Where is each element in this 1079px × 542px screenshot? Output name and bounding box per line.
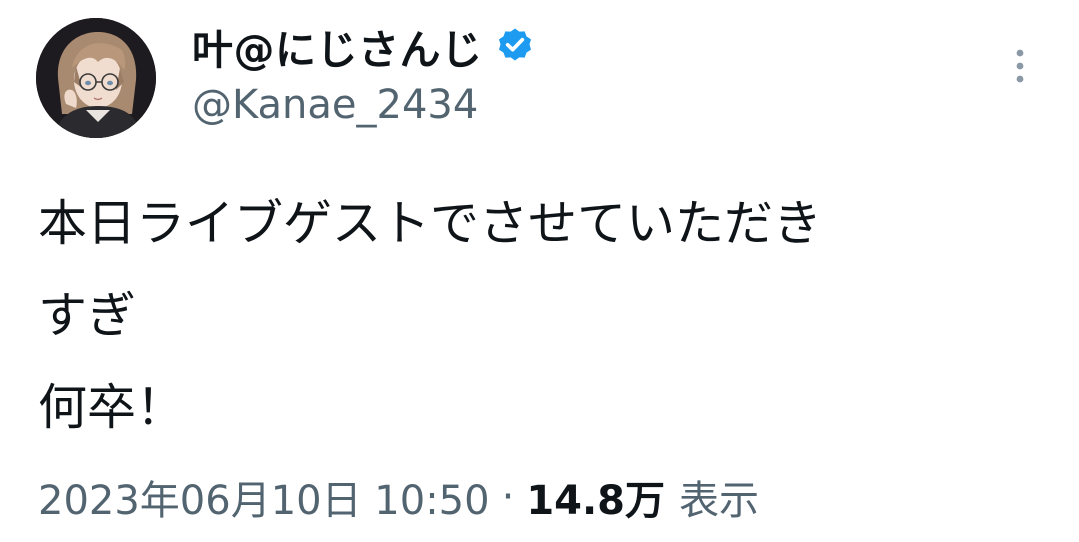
- tweet-card: 叶@にじさんじ @Kanae_2434 本日ライブゲストでさせていただき すぎ …: [0, 0, 1079, 542]
- meta-separator: ·: [501, 474, 515, 520]
- tweet-line: 本日ライブゲストでさせていただき: [38, 195, 823, 252]
- tweet-line: 何卒！: [38, 379, 186, 436]
- views-label: 表示: [679, 478, 760, 524]
- display-name[interactable]: 叶@にじさんじ: [192, 16, 483, 76]
- tweet-text: 本日ライブゲストでさせていただき すぎ 何卒！: [38, 178, 1048, 454]
- timestamp-link[interactable]: 2023年06月10日 10:50: [38, 468, 490, 526]
- avatar-image: [36, 18, 156, 138]
- tweet-meta: 2023年06月10日 10:50 · 14.8万 表示: [38, 470, 759, 524]
- views-count: 14.8万: [526, 478, 666, 524]
- more-vertical-icon[interactable]: [1010, 46, 1030, 86]
- verified-badge-icon[interactable]: [495, 26, 535, 66]
- author-row: 叶@にじさんじ: [192, 18, 535, 74]
- avatar[interactable]: [36, 18, 156, 138]
- tweet-line: すぎ: [38, 287, 137, 344]
- author-handle[interactable]: @Kanae_2434: [192, 82, 478, 128]
